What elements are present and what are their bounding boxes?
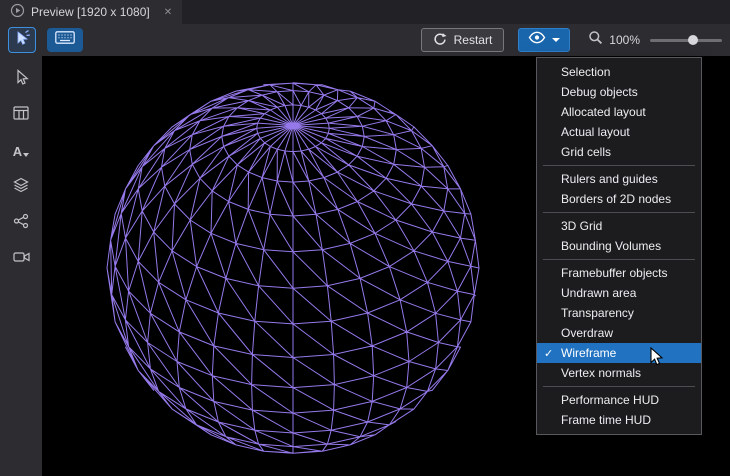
menu-item-label: Framebuffer objects bbox=[561, 266, 668, 280]
table-icon bbox=[13, 105, 29, 125]
menu-item-label: Frame time HUD bbox=[561, 413, 652, 427]
sidebar-item-scene-graph[interactable] bbox=[8, 212, 34, 234]
chevron-down-icon bbox=[552, 38, 561, 42]
menu-item-label: Grid cells bbox=[561, 145, 612, 159]
menu-item-actual-layout[interactable]: Actual layout bbox=[537, 122, 701, 142]
app-window: Preview [1920 x 1080] ✕ Restart 100% A S… bbox=[0, 0, 730, 476]
tab-preview[interactable]: Preview [1920 x 1080] ✕ bbox=[0, 0, 183, 24]
menu-item-label: 3D Grid bbox=[561, 219, 603, 233]
menu-item-framebuffer-objects[interactable]: Framebuffer objects bbox=[537, 263, 701, 283]
menu-separator bbox=[543, 386, 695, 387]
layers-icon bbox=[13, 177, 29, 198]
menu-item-wireframe[interactable]: ✓ Wireframe bbox=[537, 343, 701, 363]
menu-separator bbox=[543, 165, 695, 166]
select-tool-button[interactable] bbox=[8, 27, 36, 53]
menu-item-grid-cells[interactable]: Grid cells bbox=[537, 142, 701, 162]
menu-item-allocated-layout[interactable]: Allocated layout bbox=[537, 102, 701, 122]
left-toolbar: A bbox=[0, 56, 42, 476]
menu-item-vertex-normals[interactable]: Vertex normals bbox=[537, 363, 701, 383]
tab-title: Preview [1920 x 1080] bbox=[31, 5, 150, 19]
menu-item-label: Vertex normals bbox=[561, 366, 642, 380]
menu-item-overdraw[interactable]: Overdraw bbox=[537, 323, 701, 343]
menu-item-rulers-and-guides[interactable]: Rulers and guides bbox=[537, 169, 701, 189]
menu-item-transparency[interactable]: Transparency bbox=[537, 303, 701, 323]
keyboard-icon bbox=[55, 31, 75, 49]
tab-close-icon[interactable]: ✕ bbox=[164, 7, 172, 18]
menu-item-label: Rulers and guides bbox=[561, 172, 658, 186]
menu-item-label: Bounding Volumes bbox=[561, 239, 662, 253]
play-circle-icon bbox=[10, 3, 25, 21]
text-tool-caret-icon bbox=[23, 152, 30, 157]
eye-icon bbox=[528, 31, 546, 49]
toolbar: Restart 100% bbox=[0, 24, 730, 56]
menu-separator bbox=[543, 259, 695, 260]
menu-item-bounding-volumes[interactable]: Bounding Volumes bbox=[537, 236, 701, 256]
restart-button[interactable]: Restart bbox=[420, 28, 505, 52]
text-tool-glyph: A bbox=[12, 143, 23, 159]
menu-item-frame-time-hud[interactable]: Frame time HUD bbox=[537, 410, 701, 430]
sidebar-item-camera[interactable] bbox=[8, 248, 34, 270]
menu-item-undrawn-area[interactable]: Undrawn area bbox=[537, 283, 701, 303]
restart-label: Restart bbox=[453, 33, 493, 47]
menu-item-performance-hud[interactable]: Performance HUD bbox=[537, 390, 701, 410]
sidebar-item-pointer[interactable] bbox=[8, 68, 34, 90]
menu-item-selection[interactable]: Selection bbox=[537, 62, 701, 82]
text-tool-icon: A bbox=[12, 143, 30, 159]
pointer-icon bbox=[13, 68, 29, 90]
menu-item-label: Borders of 2D nodes bbox=[561, 192, 672, 206]
menu-item-label: Undrawn area bbox=[561, 286, 637, 300]
magnifier-icon[interactable] bbox=[588, 30, 603, 50]
debug-overlays-button[interactable] bbox=[518, 28, 571, 52]
zoom-slider[interactable] bbox=[650, 34, 722, 46]
menu-item-label: Debug objects bbox=[561, 85, 638, 99]
pointer-effect-icon bbox=[14, 29, 31, 51]
menu-item-label: Actual layout bbox=[561, 125, 630, 139]
menu-item-label: Wireframe bbox=[561, 346, 617, 360]
zoom-value[interactable]: 100% bbox=[609, 33, 640, 47]
restart-icon bbox=[433, 32, 447, 49]
checkmark-icon: ✓ bbox=[544, 347, 554, 360]
menu-item-3d-grid[interactable]: 3D Grid bbox=[537, 216, 701, 236]
sidebar-item-text[interactable]: A bbox=[8, 140, 34, 162]
zoom-controls: 100% bbox=[588, 30, 722, 50]
node-graph-icon bbox=[13, 213, 29, 234]
menu-item-label: Allocated layout bbox=[561, 105, 646, 119]
menu-separator bbox=[543, 212, 695, 213]
sidebar-item-layers[interactable] bbox=[8, 176, 34, 198]
debug-overlays-menu: Selection Debug objects Allocated layout… bbox=[536, 57, 702, 435]
menu-item-borders-of-2d-nodes[interactable]: Borders of 2D nodes bbox=[537, 189, 701, 209]
zoom-slider-thumb[interactable] bbox=[688, 35, 698, 45]
camera-icon bbox=[12, 250, 30, 269]
menu-item-label: Overdraw bbox=[561, 326, 614, 340]
menu-item-label: Selection bbox=[561, 65, 611, 79]
menu-item-label: Performance HUD bbox=[561, 393, 660, 407]
menu-item-debug-objects[interactable]: Debug objects bbox=[537, 82, 701, 102]
zoom-slider-track[interactable] bbox=[650, 39, 722, 42]
tab-bar: Preview [1920 x 1080] ✕ bbox=[0, 0, 730, 24]
menu-item-label: Transparency bbox=[561, 306, 634, 320]
sidebar-item-table[interactable] bbox=[8, 104, 34, 126]
keyboard-tool-button[interactable] bbox=[47, 28, 83, 52]
